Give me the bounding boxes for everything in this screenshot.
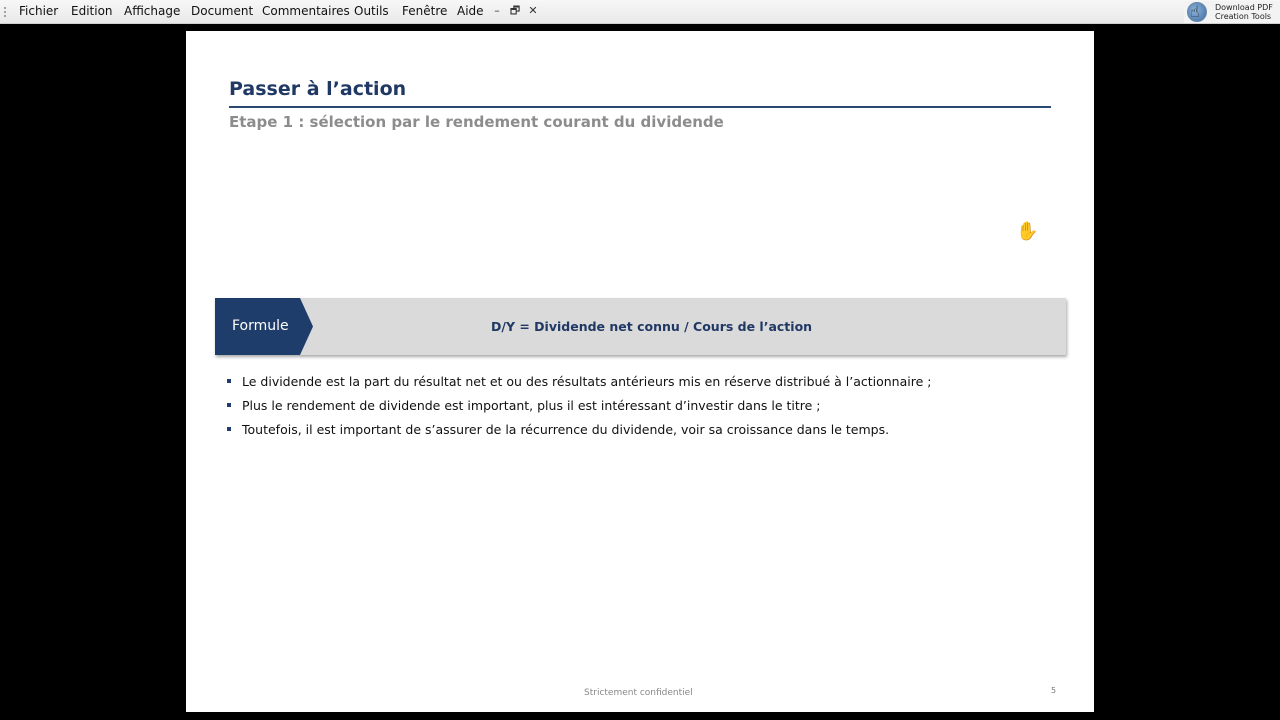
menu-fenetre[interactable]: Fenêtre bbox=[402, 4, 447, 18]
menu-aide[interactable]: Aide bbox=[457, 4, 484, 18]
bullet-square-icon bbox=[227, 427, 231, 431]
footer-confidential: Strictement confidentiel bbox=[584, 688, 693, 698]
promo-line-1: Download PDF bbox=[1215, 3, 1273, 12]
page-number: 5 bbox=[1051, 686, 1057, 695]
list-item: Toutefois, il est important de s’assurer… bbox=[224, 422, 1064, 446]
pointer-cursor-icon: ☝ bbox=[1190, 2, 1200, 21]
hand-cursor-icon: ✋ bbox=[1016, 221, 1039, 242]
title-divider bbox=[229, 106, 1051, 108]
page-title: Passer à l’action bbox=[229, 78, 407, 100]
menubar: Fichier Edition Affichage Document Comme… bbox=[0, 0, 1280, 24]
toolbar-grip[interactable] bbox=[3, 6, 7, 18]
document-page: Passer à l’action Etape 1 : sélection pa… bbox=[186, 31, 1094, 712]
bullet-list: Le dividende est la part du résultat net… bbox=[224, 374, 1064, 446]
menu-edition[interactable]: Edition bbox=[71, 4, 113, 18]
menu-fichier[interactable]: Fichier bbox=[19, 4, 58, 18]
bullet-text: Le dividende est la part du résultat net… bbox=[242, 374, 932, 389]
formula-band: Formule D/Y = Dividende net connu / Cour… bbox=[215, 298, 1066, 355]
formula-text: D/Y = Dividende net connu / Cours de l’a… bbox=[491, 319, 813, 334]
page-subtitle: Etape 1 : sélection par le rendement cou… bbox=[229, 113, 724, 131]
minimize-button[interactable]: – bbox=[490, 4, 504, 18]
promo-line-2: Creation Tools bbox=[1215, 12, 1272, 21]
list-item: Plus le rendement de dividende est impor… bbox=[224, 398, 1064, 422]
formula-tab: Formule bbox=[215, 298, 313, 355]
formula-label: Formule bbox=[232, 318, 289, 334]
promo-text: Download PDF Creation Tools bbox=[1215, 3, 1277, 21]
menu-outils[interactable]: Outils bbox=[354, 4, 389, 18]
close-button[interactable]: ✕ bbox=[526, 4, 540, 18]
bullet-square-icon bbox=[227, 379, 231, 383]
list-item: Le dividende est la part du résultat net… bbox=[224, 374, 1064, 398]
bullet-text: Plus le rendement de dividende est impor… bbox=[242, 398, 821, 413]
bullet-square-icon bbox=[227, 403, 231, 407]
restore-button[interactable]: 🗗 bbox=[508, 4, 522, 18]
menu-document[interactable]: Document bbox=[191, 4, 253, 18]
menu-commentaires[interactable]: Commentaires bbox=[262, 4, 350, 18]
menu-affichage[interactable]: Affichage bbox=[124, 4, 180, 18]
bullet-text: Toutefois, il est important de s’assurer… bbox=[242, 422, 890, 437]
